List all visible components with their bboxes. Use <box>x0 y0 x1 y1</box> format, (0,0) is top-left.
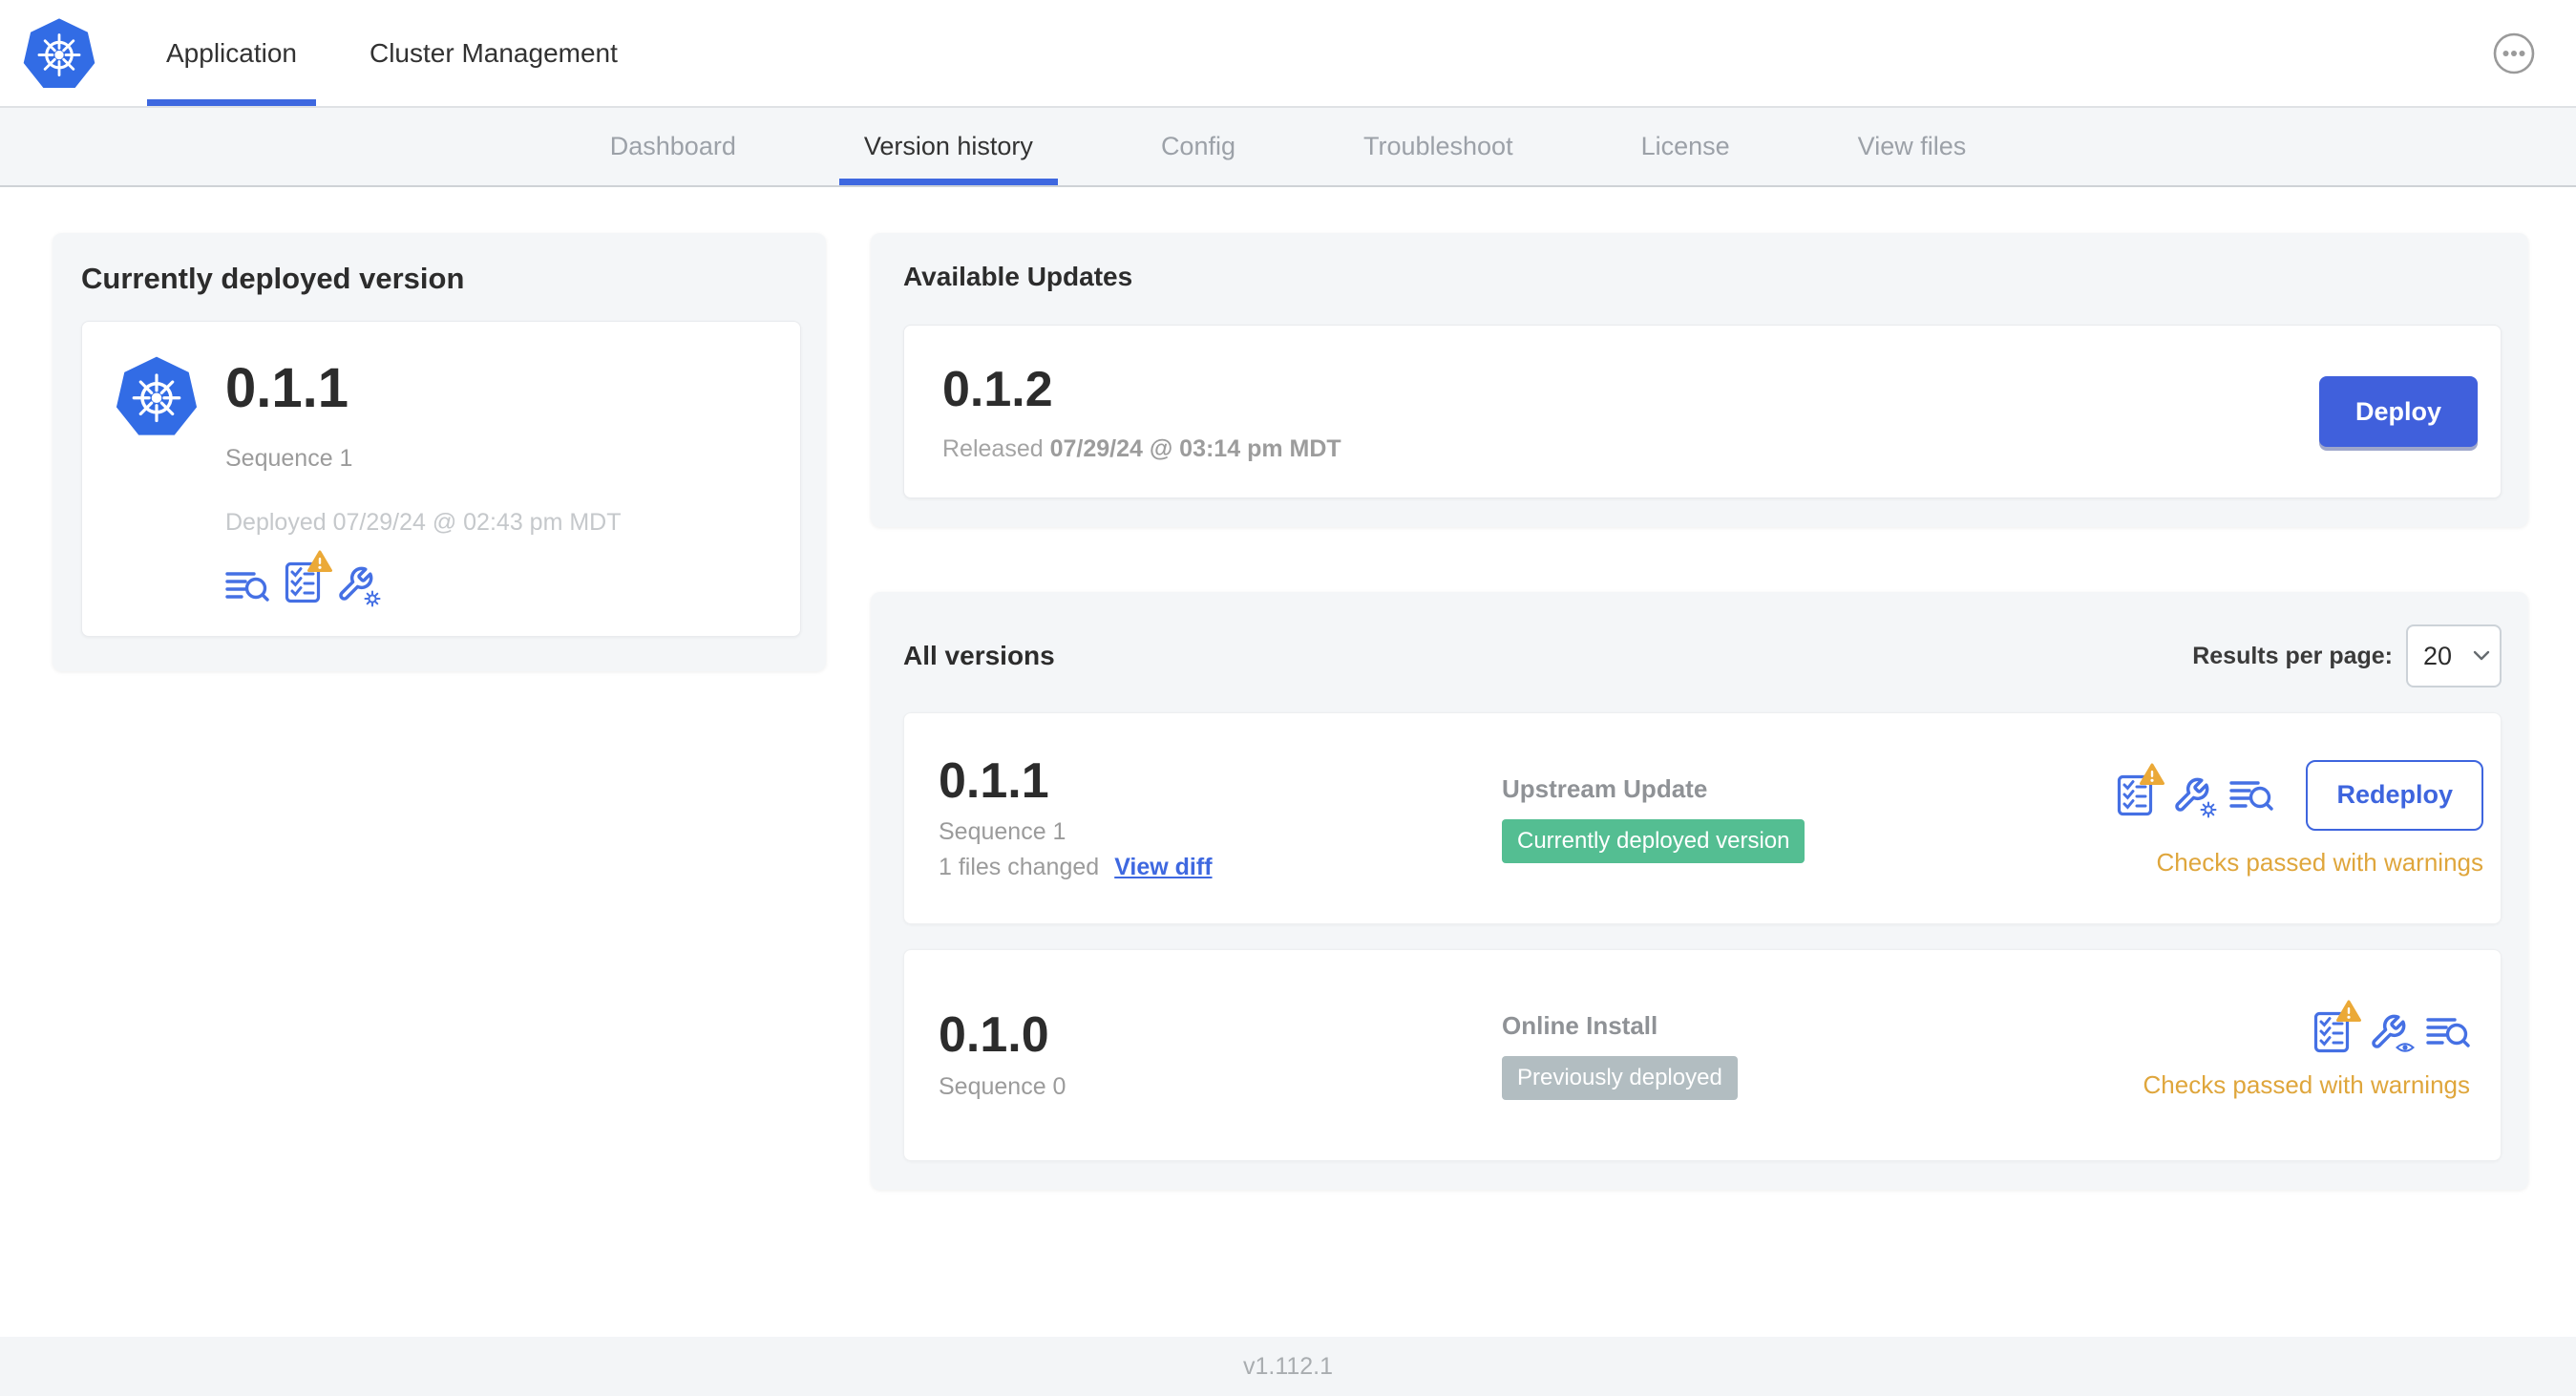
edit-config-icon[interactable] <box>2172 776 2218 818</box>
currently-deployed-card: Currently deployed version 0.1.1 Sequenc… <box>53 233 826 671</box>
deployed-version-number: 0.1.1 <box>225 357 348 419</box>
warning-icon <box>2140 763 2165 785</box>
view-logs-icon[interactable] <box>225 569 269 603</box>
footer-version: v1.112.1 <box>1242 1352 1334 1380</box>
deploy-button[interactable]: Deploy <box>2318 376 2478 447</box>
available-updates-title: Available Updates <box>903 262 1133 291</box>
deployment-status-badge: Previously deployed <box>1502 1055 1738 1100</box>
warning-icon <box>2336 1000 2361 1022</box>
sub-nav-item-license[interactable]: License <box>1637 108 1734 185</box>
deployment-status-badge: Currently deployed version <box>1502 818 1805 863</box>
main-content: Currently deployed version 0.1.1 Sequenc… <box>0 187 2576 1190</box>
sequence-label: Sequence 1 <box>939 818 1066 846</box>
sequence-label: Sequence 0 <box>939 1072 1066 1100</box>
preflight-checks-icon[interactable] <box>2313 1000 2361 1053</box>
edit-config-icon[interactable] <box>336 565 381 607</box>
checks-status-text: Checks passed with warnings <box>2143 1069 2471 1099</box>
top-nav: Application Cluster Management <box>0 0 2576 108</box>
all-versions-title: All versions <box>903 641 1055 670</box>
view-logs-icon[interactable] <box>2229 778 2274 813</box>
app-tab-cluster-management[interactable]: Cluster Management <box>337 0 650 106</box>
sub-nav-item-config[interactable]: Config <box>1157 108 1239 185</box>
results-per-page-label: Results per page: <box>2192 642 2393 669</box>
preflight-checks-icon[interactable] <box>2117 763 2165 816</box>
overflow-menu-button[interactable] <box>2492 32 2536 75</box>
sub-nav-item-dashboard[interactable]: Dashboard <box>606 108 740 185</box>
deployed-version-panel: 0.1.1 Sequence 1 Deployed 07/29/24 @ 02:… <box>81 321 801 637</box>
currently-deployed-title: Currently deployed version <box>81 262 465 295</box>
update-version-number: 0.1.2 <box>942 361 1053 417</box>
footer: v1.112.1 <box>0 1337 2576 1396</box>
app-tabs: Application Cluster Management <box>134 0 650 106</box>
view-diff-link[interactable]: View diff <box>1114 854 1212 881</box>
sub-nav: Dashboard Version history Config Trouble… <box>0 108 2576 187</box>
app-tab-application[interactable]: Application <box>134 0 329 106</box>
warning-icon <box>307 550 332 572</box>
redeploy-button[interactable]: Redeploy <box>2306 759 2483 831</box>
app-icon <box>115 354 199 603</box>
view-config-icon[interactable] <box>2369 1013 2416 1054</box>
checks-status-text: Checks passed with warnings <box>2156 847 2484 877</box>
kubernetes-logo <box>13 0 105 106</box>
available-updates-card: Available Updates 0.1.2 Released 07/29/2… <box>871 233 2528 527</box>
gear-icon <box>364 589 381 607</box>
all-versions-card: All versions Results per page: 20 0.1.1 … <box>871 592 2528 1190</box>
sub-nav-item-version-history[interactable]: Version history <box>838 108 1059 185</box>
ellipsis-icon <box>2493 32 2535 74</box>
app-tab-label: Application <box>166 37 297 68</box>
sub-nav-item-troubleshoot[interactable]: Troubleshoot <box>1360 108 1517 185</box>
version-number: 0.1.0 <box>939 1007 1049 1064</box>
version-row: 0.1.0 Sequence 0 Online Install Previous… <box>903 949 2502 1161</box>
update-row: 0.1.2 Released 07/29/24 @ 03:14 pm MDT D… <box>903 325 2502 498</box>
gear-icon <box>2200 800 2218 818</box>
results-per-page-select[interactable]: 20 <box>2406 624 2502 687</box>
version-number: 0.1.1 <box>939 752 1049 809</box>
eye-icon <box>2395 1040 2416 1054</box>
source-type-label: Online Install <box>1502 1010 1658 1040</box>
sub-nav-item-view-files[interactable]: View files <box>1854 108 1971 185</box>
app-tab-label: Cluster Management <box>369 37 618 68</box>
view-logs-icon[interactable] <box>2426 1015 2470 1049</box>
deployed-sequence-label: Sequence 1 <box>225 444 353 472</box>
deployed-timestamp: Deployed 07/29/24 @ 02:43 pm MDT <box>225 508 622 536</box>
source-type-label: Upstream Update <box>1502 773 1708 803</box>
preflight-checks-icon[interactable] <box>285 550 332 603</box>
released-timestamp: Released 07/29/24 @ 03:14 pm MDT <box>942 434 1341 462</box>
version-row: 0.1.1 Sequence 1 1 files changed View di… <box>903 712 2502 924</box>
files-changed-label: 1 files changed <box>939 854 1100 881</box>
